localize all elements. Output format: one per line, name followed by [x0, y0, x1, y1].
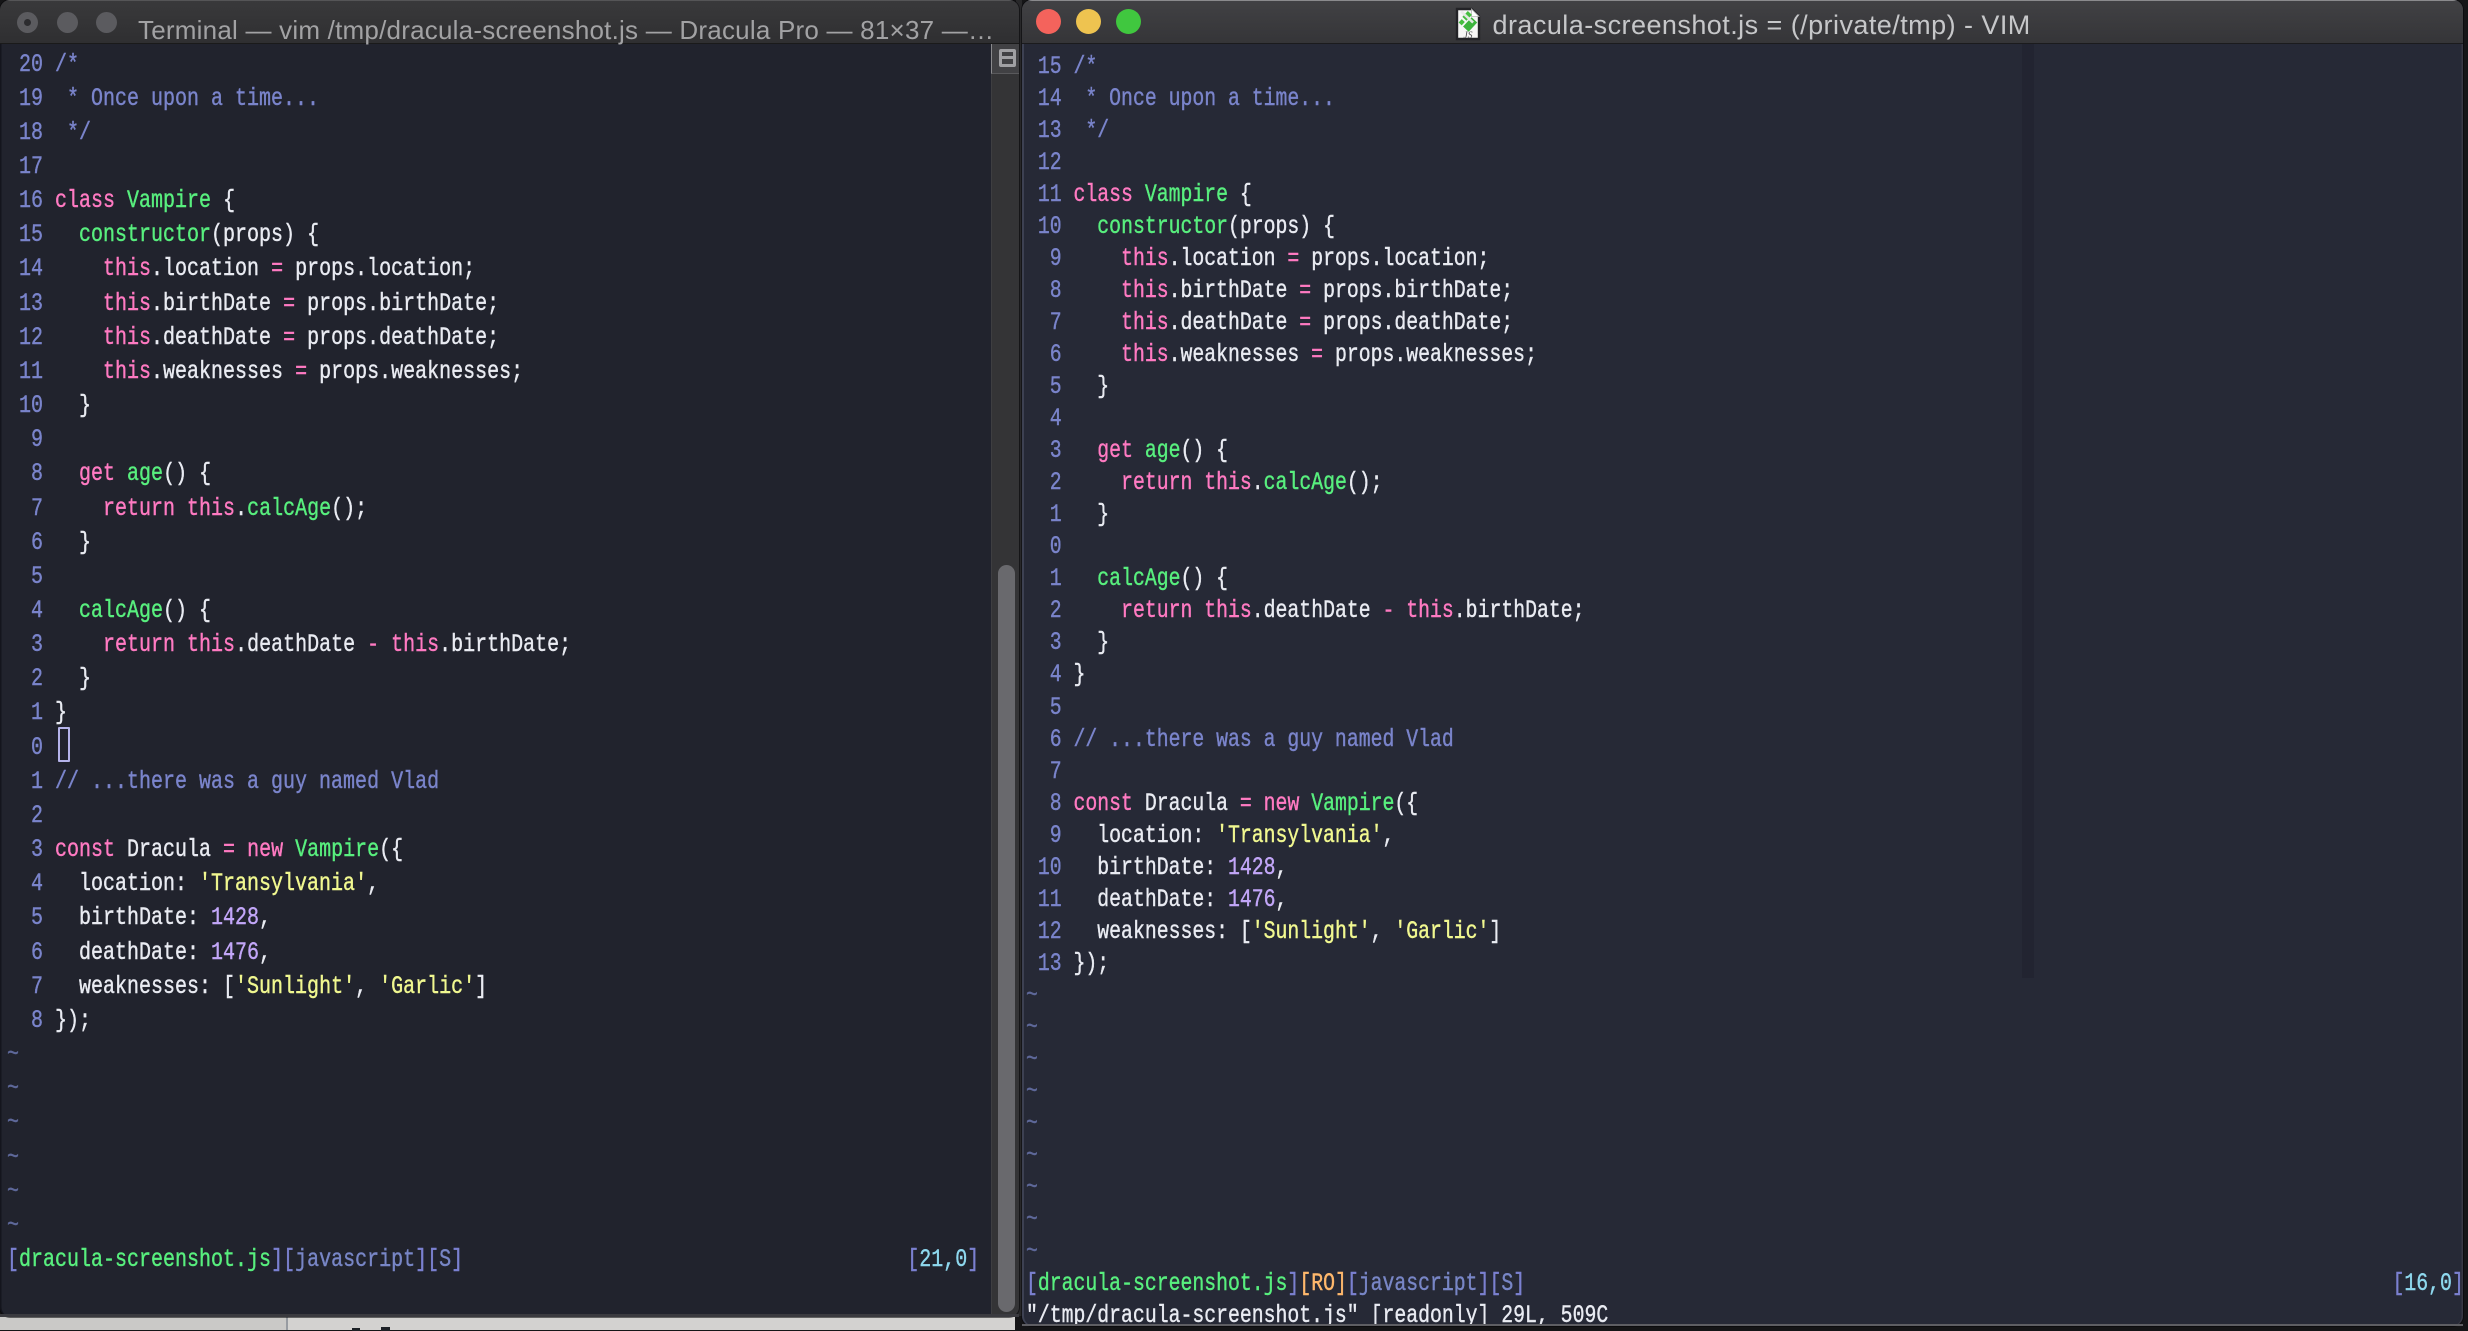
svg-text:JS: JS: [1463, 31, 1472, 41]
